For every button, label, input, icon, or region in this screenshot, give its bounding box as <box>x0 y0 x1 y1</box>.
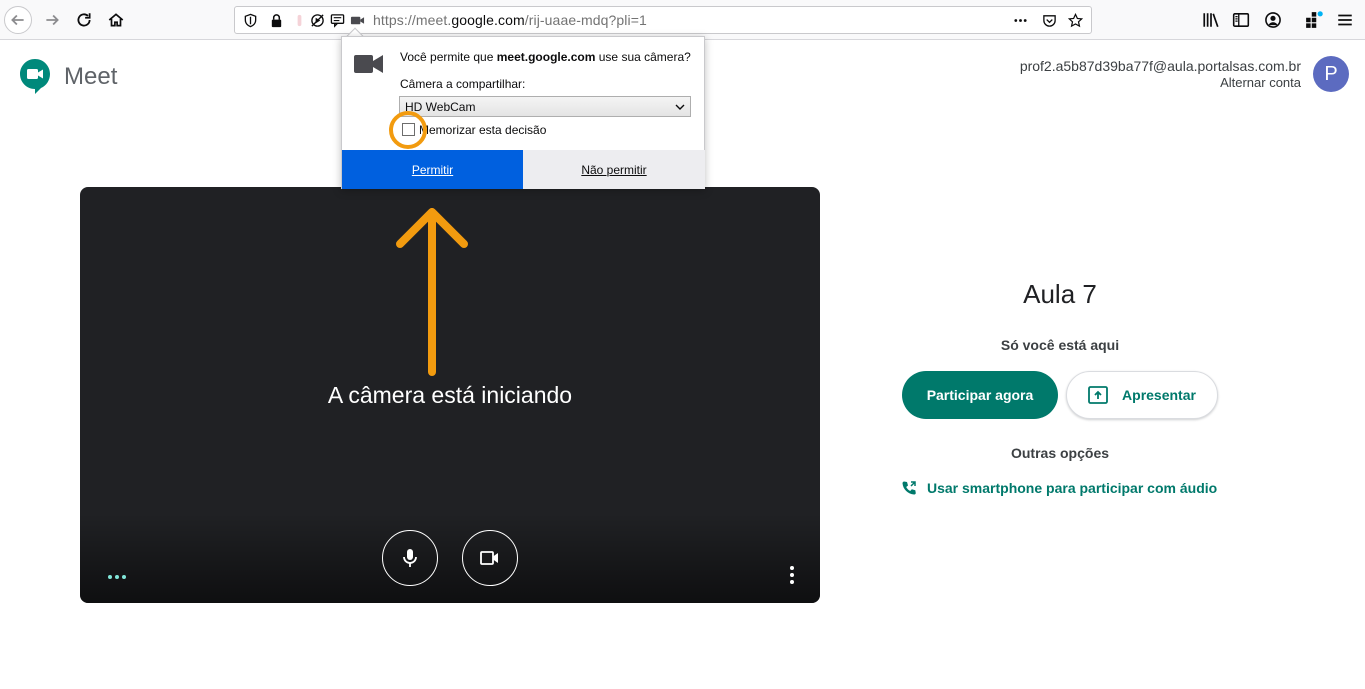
deny-button[interactable]: Não permitir <box>523 150 705 189</box>
url-prefix: https://meet. <box>373 12 452 28</box>
library-icon <box>1203 13 1219 28</box>
url-path: /rij-uaae-mdq?pli=1 <box>524 12 647 28</box>
autoplay-blocked-icon[interactable] <box>309 12 325 28</box>
more-options-button[interactable] <box>782 563 802 587</box>
phone-icon <box>902 481 916 495</box>
back-button[interactable] <box>4 6 32 34</box>
highlight-circle <box>389 111 427 149</box>
remember-decision-label[interactable]: Memorizar esta decisão <box>419 123 546 137</box>
shield-icon[interactable] <box>242 12 258 28</box>
camera-select-label: Câmera a compartilhar: <box>400 77 526 91</box>
use-phone-audio-label: Usar smartphone para participar com áudi… <box>927 480 1218 496</box>
bookmark-star-icon[interactable] <box>1067 12 1083 28</box>
reload-icon <box>77 13 91 27</box>
forward-arrow-icon <box>46 14 59 26</box>
chevron-down-icon <box>675 104 685 110</box>
browser-toolbar: https://meet.google.com/rij-uaae-mdq?pli… <box>0 0 1365 40</box>
camera-select[interactable]: HD WebCam <box>399 96 691 117</box>
camera-status-message: A câmera está iniciando <box>327 382 573 408</box>
present-label: Apresentar <box>1122 387 1196 403</box>
account-button[interactable] <box>1259 6 1287 34</box>
lock-icon[interactable] <box>268 12 284 28</box>
camera-button[interactable] <box>462 530 518 586</box>
message-icon[interactable] <box>329 12 345 28</box>
home-button[interactable] <box>102 6 130 34</box>
app-name: Meet <box>64 63 118 90</box>
present-icon <box>1088 386 1108 404</box>
sidebar-button[interactable] <box>1227 6 1255 34</box>
page-actions-icon[interactable] <box>1012 12 1028 28</box>
library-button[interactable] <box>1197 6 1225 34</box>
microphone-button[interactable] <box>382 530 438 586</box>
url-text[interactable]: https://meet.google.com/rij-uaae-mdq?pli… <box>373 12 647 28</box>
pocket-icon[interactable] <box>1041 12 1057 28</box>
camera-icon[interactable] <box>349 12 365 28</box>
annotation-arrow-icon <box>396 208 468 376</box>
popup-camera-icon <box>354 55 383 73</box>
extensions-icon <box>1306 11 1323 28</box>
allow-button[interactable]: Permitir <box>342 150 523 189</box>
back-arrow-icon <box>11 14 24 26</box>
sidebar-icon <box>1232 13 1250 27</box>
meeting-title: Aula 7 <box>1023 279 1097 309</box>
mic-icon <box>403 549 417 567</box>
camera-icon <box>480 551 498 565</box>
join-now-button[interactable]: Participar agora <box>902 371 1058 419</box>
permission-question: Você permite que meet.google.com use sua… <box>400 50 691 64</box>
account-email: prof2.a5b87d39ba77f@aula.portalsas.com.b… <box>1019 58 1301 74</box>
camera-permission-popup: Você permite que meet.google.com use sua… <box>341 36 705 189</box>
switch-account-link[interactable]: Alternar conta <box>1220 75 1301 90</box>
reload-button[interactable] <box>70 6 98 34</box>
menu-icon <box>1338 14 1352 26</box>
url-domain: google.com <box>451 12 525 28</box>
url-bar[interactable]: https://meet.google.com/rij-uaae-mdq?pli… <box>234 6 1092 34</box>
participants-status: Só você está aqui <box>1000 337 1120 353</box>
home-icon <box>108 13 124 27</box>
other-options-heading: Outras opções <box>1010 445 1110 461</box>
extensions-button[interactable] <box>1300 6 1328 34</box>
forward-button[interactable] <box>38 6 66 34</box>
notification-icon[interactable] <box>291 12 307 28</box>
avatar[interactable]: P <box>1313 56 1349 92</box>
use-phone-audio-link[interactable]: Usar smartphone para participar com áudi… <box>901 480 1217 496</box>
preview-gradient <box>80 513 820 603</box>
menu-button[interactable] <box>1331 6 1359 34</box>
account-icon <box>1265 12 1281 28</box>
meet-logo-icon[interactable] <box>18 57 52 95</box>
present-button[interactable]: Apresentar <box>1066 371 1218 419</box>
audio-level-indicator <box>108 575 126 579</box>
